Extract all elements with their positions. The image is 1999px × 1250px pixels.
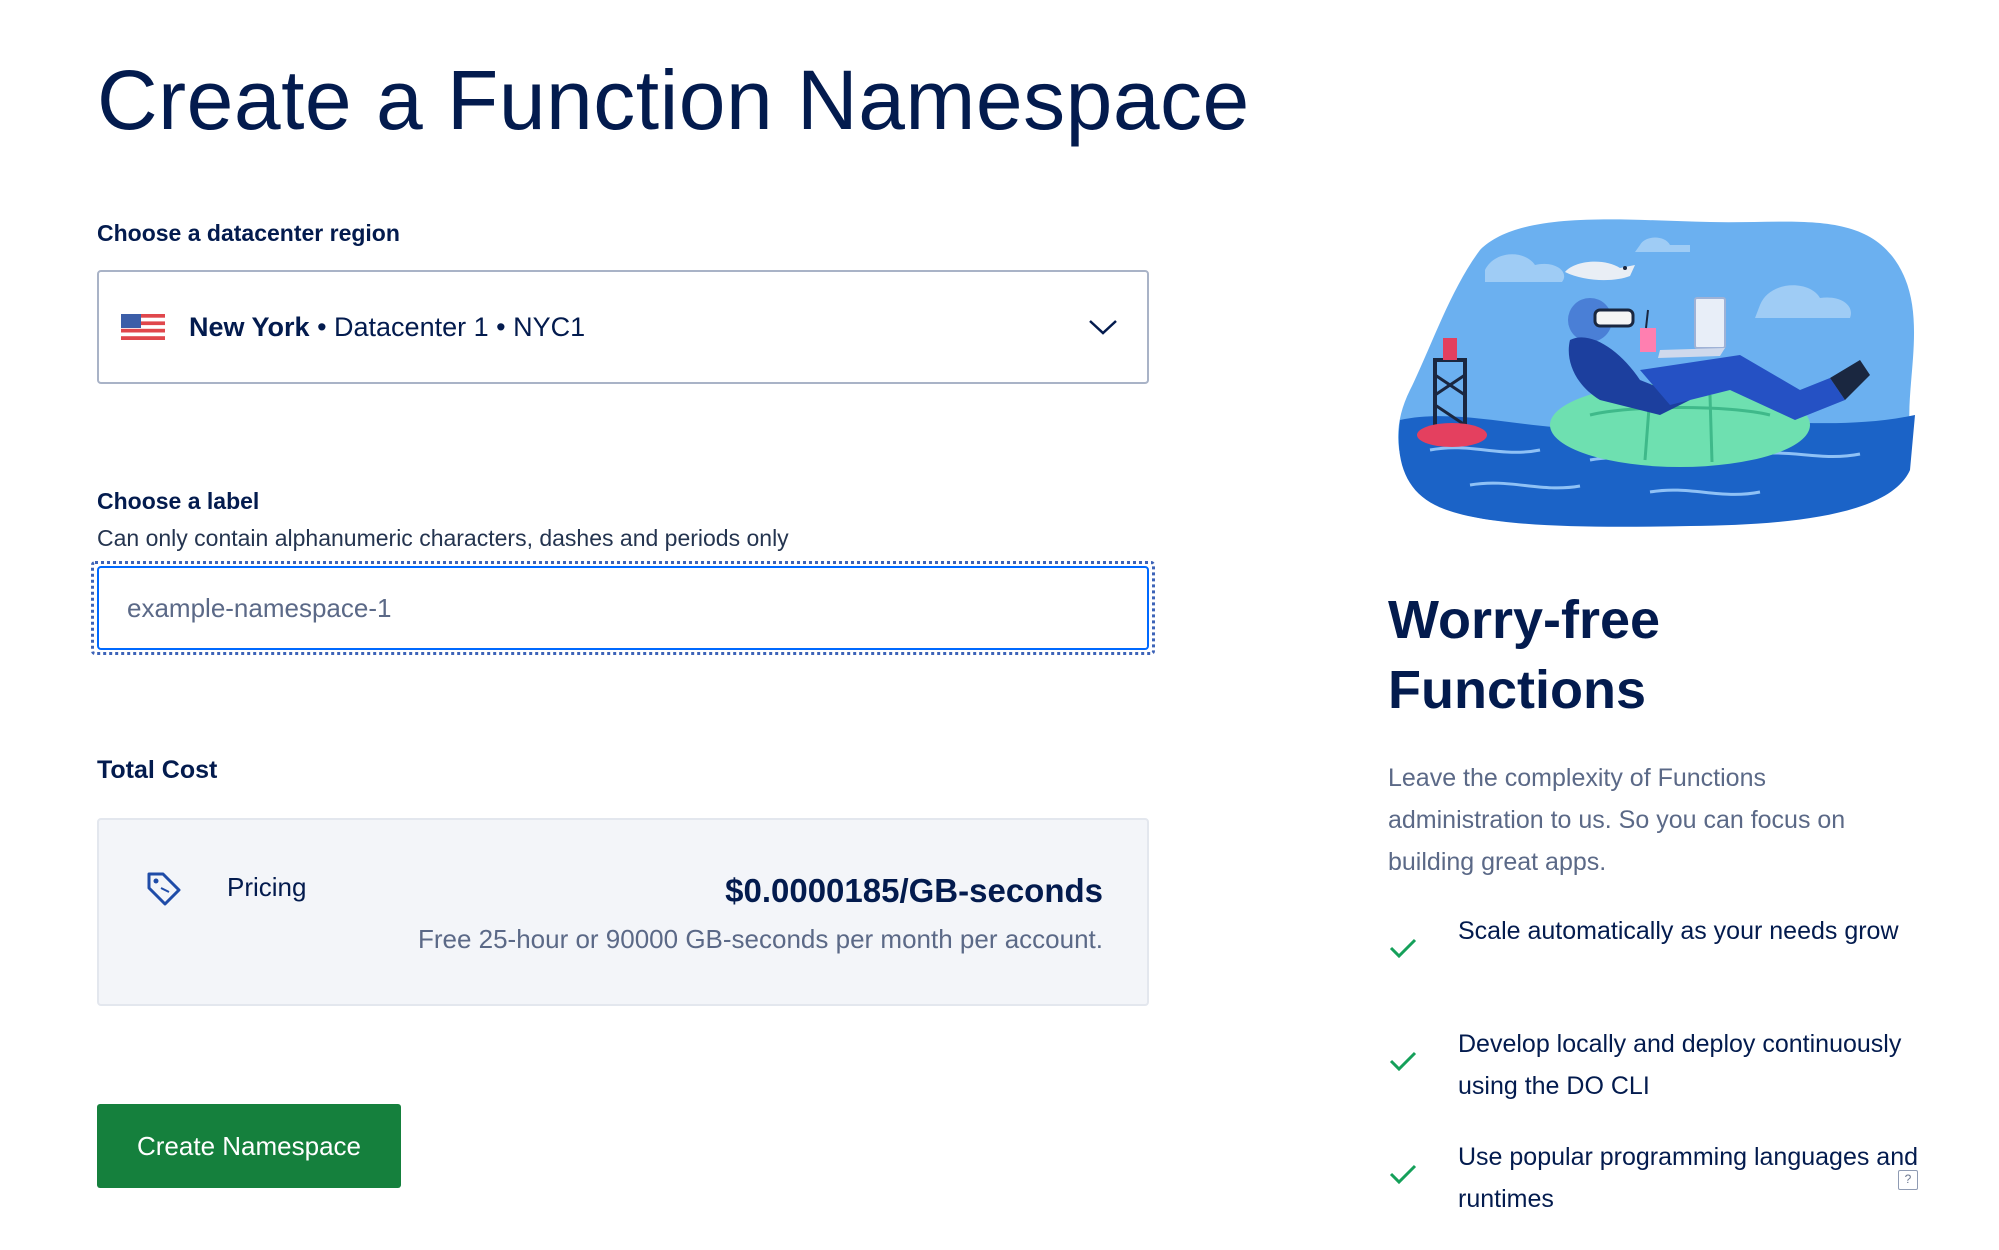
check-icon xyxy=(1388,1162,1418,1186)
region-selected-value: New York • Datacenter 1 • NYC1 xyxy=(189,312,585,343)
create-namespace-button[interactable]: Create Namespace xyxy=(97,1104,401,1188)
pricing-label: Pricing xyxy=(227,872,307,902)
feature-item: Develop locally and deploy continuously … xyxy=(1388,1023,1928,1113)
sidebar-title: Worry-free Functions xyxy=(1388,590,1661,720)
pricing-price: $0.0000185/GB-seconds xyxy=(725,872,1103,909)
pricing-box: Pricing $0.0000185/GB-seconds Free 25-ho… xyxy=(97,818,1149,1006)
total-cost-label: Total Cost xyxy=(97,756,218,784)
hero-illustration xyxy=(1390,210,1920,530)
region-detail: • Datacenter 1 • NYC1 xyxy=(309,311,586,342)
check-icon xyxy=(1388,1049,1418,1073)
help-icon[interactable]: ? xyxy=(1898,1170,1918,1190)
region-select[interactable]: New York • Datacenter 1 • NYC1 xyxy=(97,270,1149,384)
feature-text: Use popular programming languages and ru… xyxy=(1458,1143,1919,1213)
label-input[interactable] xyxy=(97,566,1149,650)
feature-item: Use popular programming languages and ru… xyxy=(1388,1136,1928,1226)
region-name: New York xyxy=(189,311,310,342)
feature-text: Develop locally and deploy continuously … xyxy=(1458,1030,1902,1100)
sidebar-description: Leave the complexity of Functions admini… xyxy=(1388,764,1846,876)
label-field-hint: Can only contain alphanumeric characters… xyxy=(97,525,789,551)
price-tag-icon xyxy=(145,870,183,906)
us-flag-icon xyxy=(121,314,165,340)
label-field-label: Choose a label xyxy=(97,488,260,514)
page-title: Create a Function Namespace xyxy=(97,53,1250,147)
feature-item: Scale automatically as your needs grow xyxy=(1388,910,1928,1000)
chevron-down-icon[interactable] xyxy=(1087,316,1119,338)
check-icon xyxy=(1388,936,1418,960)
pricing-note: Free 25-hour or 90000 GB-seconds per mon… xyxy=(417,924,1103,954)
region-label: Choose a datacenter region xyxy=(97,220,400,246)
feature-text: Scale automatically as your needs grow xyxy=(1458,917,1899,945)
